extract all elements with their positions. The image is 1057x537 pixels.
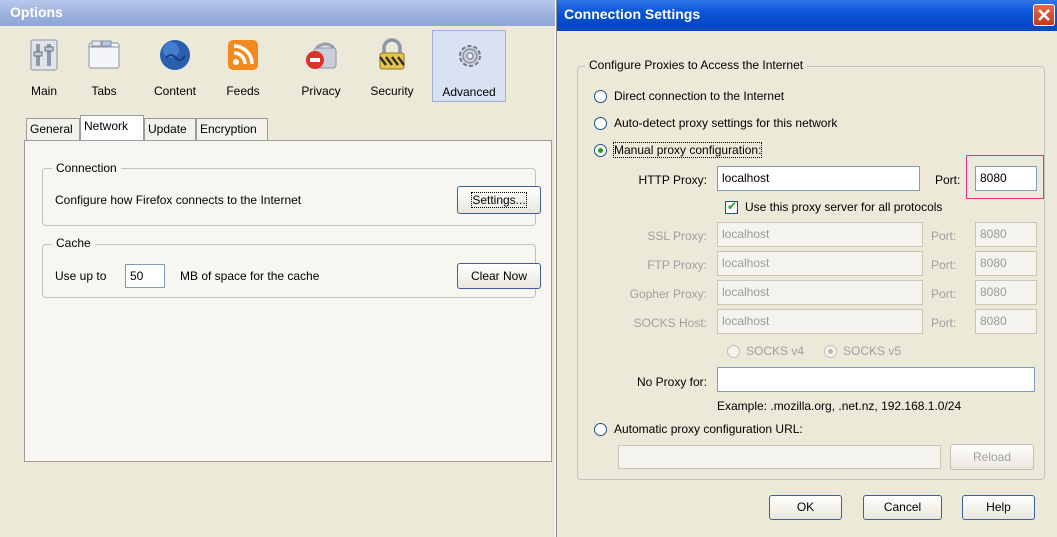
options-titlebar: Options [0,0,555,26]
main-switch-icon [30,39,58,71]
socks-port-input[interactable]: 8080 [975,309,1037,334]
manual-proxy-radio[interactable] [594,144,607,157]
category-security[interactable]: Security [362,30,422,102]
tab-network[interactable]: Network [80,115,144,141]
tab-update[interactable]: Update [144,118,196,140]
autodetect-label[interactable]: Auto-detect proxy settings for this netw… [614,116,837,130]
help-button[interactable]: Help [962,495,1035,520]
tabs-window-icon [88,40,120,69]
connection-settings-title: Connection Settings [564,6,701,22]
category-label: Main [30,84,57,98]
category-label: Security [370,84,414,98]
connection-settings-dialog: Connection Settings Configure Proxies to… [556,0,1057,537]
gopher-port-input[interactable]: 8080 [975,280,1037,305]
category-feeds[interactable]: Feeds [213,30,273,102]
use-proxy-all-protocols-checkbox[interactable] [725,199,738,214]
http-port-label: Port: [935,173,961,187]
rss-feed-icon [228,40,258,70]
http-port-input[interactable]: 8080 [975,166,1037,191]
direct-connection-label[interactable]: Direct connection to the Internet [614,89,784,103]
socks-port-label: Port: [931,316,957,330]
connection-group-label: Connection [52,161,121,175]
use-proxy-all-protocols-label[interactable]: Use this proxy server for all protocols [745,200,942,214]
ok-button[interactable]: OK [769,495,842,520]
manual-proxy-label[interactable]: Manual proxy configuration: [612,142,763,158]
direct-connection-radio[interactable] [594,90,607,103]
category-privacy[interactable]: Privacy [291,30,351,102]
ssl-proxy-label: SSL Proxy: [647,229,707,243]
gear-icon [459,45,481,67]
cache-group-label: Cache [52,236,95,250]
http-proxy-label: HTTP Proxy: [638,173,707,187]
gopher-port-label: Port: [931,287,957,301]
gopher-proxy-label: Gopher Proxy: [629,287,707,301]
category-advanced[interactable]: Advanced [432,30,506,102]
ftp-proxy-label: FTP Proxy: [647,258,707,272]
category-label: Content [153,84,197,98]
clear-now-button[interactable]: Clear Now [457,263,541,289]
category-tabs[interactable]: Tabs [74,30,134,102]
settings-button[interactable]: Settings... [457,186,541,214]
close-button[interactable] [1033,4,1055,26]
cancel-button[interactable]: Cancel [863,495,942,520]
category-label: Tabs [91,84,117,98]
category-label: Privacy [301,84,341,98]
tab-general[interactable]: General [26,118,80,140]
options-window: Options Main Tabs Content Feeds Privacy … [0,0,555,537]
ftp-port-input[interactable]: 8080 [975,251,1037,276]
category-label: Feeds [226,84,260,98]
network-panel: Connection Configure how Firefox connect… [24,140,552,462]
settings-button-label: Settings... [471,192,527,208]
ftp-proxy-input[interactable]: localhost [717,251,923,276]
socks-v5-radio[interactable] [824,345,837,358]
ssl-proxy-input[interactable]: localhost [717,222,923,247]
auto-proxy-url-radio[interactable] [594,423,607,436]
connection-settings-titlebar: Connection Settings [557,0,1057,31]
proxy-group-label: Configure Proxies to Access the Internet [585,58,808,72]
cache-use-up-to-label: Use up to [55,269,107,283]
socks-v4-label[interactable]: SOCKS v4 [746,344,804,358]
category-content[interactable]: Content [145,30,205,102]
ssl-port-input[interactable]: 8080 [975,222,1037,247]
padlock-icon [379,38,405,70]
ftp-port-label: Port: [931,258,957,272]
options-title: Options [10,4,63,20]
category-label: Advanced [442,85,496,99]
socks-v5-label[interactable]: SOCKS v5 [843,344,901,358]
http-proxy-input[interactable]: localhost [717,166,920,191]
no-proxy-label: No Proxy for: [636,375,707,389]
no-proxy-input[interactable] [717,367,1035,392]
privacy-mask-icon [306,42,337,69]
connection-description: Configure how Firefox connects to the In… [55,193,302,207]
socks-v4-radio[interactable] [727,345,740,358]
reload-button[interactable]: Reload [950,444,1034,470]
tab-encryption[interactable]: Encryption [196,118,268,140]
globe-icon [160,40,190,70]
gopher-proxy-input[interactable]: localhost [717,280,923,305]
socks-host-label: SOCKS Host: [633,316,707,330]
no-proxy-example: Example: .mozilla.org, .net.nz, 192.168.… [717,399,962,413]
cache-unit-label: MB of space for the cache [180,269,320,283]
close-icon [1038,9,1050,21]
socks-host-input[interactable]: localhost [717,309,923,334]
auto-proxy-url-label[interactable]: Automatic proxy configuration URL: [614,422,803,436]
cache-size-input[interactable]: 50 [125,264,165,288]
autodetect-radio[interactable] [594,117,607,130]
auto-proxy-url-input[interactable] [618,445,941,469]
category-main[interactable]: Main [14,30,74,102]
ssl-port-label: Port: [931,229,957,243]
